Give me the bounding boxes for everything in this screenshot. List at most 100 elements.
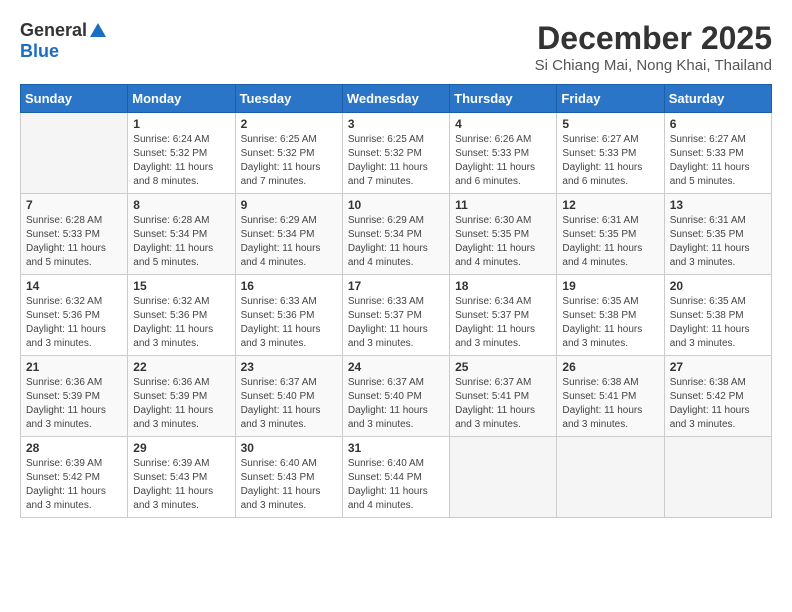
day-info: Sunrise: 6:33 AMSunset: 5:36 PMDaylight:… <box>241 295 337 351</box>
calendar-cell: 21 Sunrise: 6:36 AMSunset: 5:39 PMDayligh… <box>21 356 128 437</box>
day-info: Sunrise: 6:30 AMSunset: 5:35 PMDaylight:… <box>455 214 551 270</box>
day-info: Sunrise: 6:35 AMSunset: 5:38 PMDaylight:… <box>562 295 658 351</box>
day-info: Sunrise: 6:24 AMSunset: 5:32 PMDaylight:… <box>133 133 229 189</box>
calendar-cell: 5 Sunrise: 6:27 AMSunset: 5:33 PMDaylight… <box>557 113 664 194</box>
day-number: 10 <box>348 198 444 212</box>
page-header: General Blue December 2025 Si Chiang Mai… <box>20 20 772 74</box>
calendar-cell <box>664 437 771 518</box>
calendar-header-monday: Monday <box>128 85 235 113</box>
day-number: 27 <box>670 360 766 374</box>
calendar-cell: 27 Sunrise: 6:38 AMSunset: 5:42 PMDayligh… <box>664 356 771 437</box>
day-info: Sunrise: 6:37 AMSunset: 5:40 PMDaylight:… <box>348 376 444 432</box>
calendar-week-row: 14 Sunrise: 6:32 AMSunset: 5:36 PMDayligh… <box>21 275 772 356</box>
day-number: 4 <box>455 117 551 131</box>
day-number: 9 <box>241 198 337 212</box>
day-info: Sunrise: 6:37 AMSunset: 5:40 PMDaylight:… <box>241 376 337 432</box>
calendar-cell: 13 Sunrise: 6:31 AMSunset: 5:35 PMDayligh… <box>664 194 771 275</box>
day-info: Sunrise: 6:29 AMSunset: 5:34 PMDaylight:… <box>348 214 444 270</box>
day-info: Sunrise: 6:29 AMSunset: 5:34 PMDaylight:… <box>241 214 337 270</box>
logo-general-text: General <box>20 20 87 41</box>
day-number: 26 <box>562 360 658 374</box>
day-number: 31 <box>348 441 444 455</box>
calendar-cell: 25 Sunrise: 6:37 AMSunset: 5:41 PMDayligh… <box>450 356 557 437</box>
calendar-cell: 16Sunrise: 6:33 AMSunset: 5:36 PMDayligh… <box>235 275 342 356</box>
calendar-cell: 2Sunrise: 6:25 AMSunset: 5:32 PMDaylight… <box>235 113 342 194</box>
day-info: Sunrise: 6:27 AMSunset: 5:33 PMDaylight:… <box>562 133 658 189</box>
day-info: Sunrise: 6:28 AMSunset: 5:33 PMDaylight:… <box>26 214 122 270</box>
day-info: Sunrise: 6:39 AMSunset: 5:43 PMDaylight:… <box>133 457 229 513</box>
day-info: Sunrise: 6:38 AMSunset: 5:42 PMDaylight:… <box>670 376 766 432</box>
logo-triangle-icon <box>90 23 106 37</box>
day-number: 24 <box>348 360 444 374</box>
day-number: 30 <box>241 441 337 455</box>
day-info: Sunrise: 6:26 AMSunset: 5:33 PMDaylight:… <box>455 133 551 189</box>
calendar-cell: 12Sunrise: 6:31 AMSunset: 5:35 PMDayligh… <box>557 194 664 275</box>
calendar-table: SundayMondayTuesdayWednesdayThursdayFrid… <box>20 84 772 518</box>
day-info: Sunrise: 6:40 AMSunset: 5:44 PMDaylight:… <box>348 457 444 513</box>
day-number: 12 <box>562 198 658 212</box>
calendar-week-row: 1Sunrise: 6:24 AMSunset: 5:32 PMDaylight… <box>21 113 772 194</box>
calendar-cell: 17Sunrise: 6:33 AMSunset: 5:37 PMDayligh… <box>342 275 449 356</box>
calendar-cell: 4 Sunrise: 6:26 AMSunset: 5:33 PMDaylight… <box>450 113 557 194</box>
calendar-cell: 22Sunrise: 6:36 AMSunset: 5:39 PMDayligh… <box>128 356 235 437</box>
day-info: Sunrise: 6:38 AMSunset: 5:41 PMDaylight:… <box>562 376 658 432</box>
calendar-cell: 1Sunrise: 6:24 AMSunset: 5:32 PMDaylight… <box>128 113 235 194</box>
calendar-cell: 26 Sunrise: 6:38 AMSunset: 5:41 PMDayligh… <box>557 356 664 437</box>
calendar-cell: 18Sunrise: 6:34 AMSunset: 5:37 PMDayligh… <box>450 275 557 356</box>
calendar-header-wednesday: Wednesday <box>342 85 449 113</box>
calendar-cell: 31 Sunrise: 6:40 AMSunset: 5:44 PMDayligh… <box>342 437 449 518</box>
calendar-cell: 10 Sunrise: 6:29 AMSunset: 5:34 PMDayligh… <box>342 194 449 275</box>
title-block: December 2025 Si Chiang Mai, Nong Khai, … <box>535 20 772 74</box>
calendar-header-tuesday: Tuesday <box>235 85 342 113</box>
calendar-cell: 30 Sunrise: 6:40 AMSunset: 5:43 PMDayligh… <box>235 437 342 518</box>
day-number: 7 <box>26 198 122 212</box>
day-info: Sunrise: 6:33 AMSunset: 5:37 PMDaylight:… <box>348 295 444 351</box>
calendar-cell: 20 Sunrise: 6:35 AMSunset: 5:38 PMDayligh… <box>664 275 771 356</box>
day-info: Sunrise: 6:40 AMSunset: 5:43 PMDaylight:… <box>241 457 337 513</box>
calendar-cell: 7 Sunrise: 6:28 AMSunset: 5:33 PMDaylight… <box>21 194 128 275</box>
day-number: 5 <box>562 117 658 131</box>
day-info: Sunrise: 6:28 AMSunset: 5:34 PMDaylight:… <box>133 214 229 270</box>
day-info: Sunrise: 6:32 AMSunset: 5:36 PMDaylight:… <box>26 295 122 351</box>
calendar-week-row: 7 Sunrise: 6:28 AMSunset: 5:33 PMDaylight… <box>21 194 772 275</box>
day-number: 6 <box>670 117 766 131</box>
day-number: 3 <box>348 117 444 131</box>
calendar-cell: 11 Sunrise: 6:30 AMSunset: 5:35 PMDayligh… <box>450 194 557 275</box>
logo: General Blue <box>20 20 106 62</box>
day-info: Sunrise: 6:32 AMSunset: 5:36 PMDaylight:… <box>133 295 229 351</box>
calendar-cell: 28Sunrise: 6:39 AMSunset: 5:42 PMDayligh… <box>21 437 128 518</box>
logo-blue-text: Blue <box>20 41 59 61</box>
calendar-cell: 14 Sunrise: 6:32 AMSunset: 5:36 PMDayligh… <box>21 275 128 356</box>
calendar-week-row: 28Sunrise: 6:39 AMSunset: 5:42 PMDayligh… <box>21 437 772 518</box>
day-number: 13 <box>670 198 766 212</box>
calendar-cell: 15Sunrise: 6:32 AMSunset: 5:36 PMDayligh… <box>128 275 235 356</box>
day-number: 23 <box>241 360 337 374</box>
calendar-header-thursday: Thursday <box>450 85 557 113</box>
calendar-cell: 3Sunrise: 6:25 AMSunset: 5:32 PMDaylight… <box>342 113 449 194</box>
calendar-cell: 6 Sunrise: 6:27 AMSunset: 5:33 PMDaylight… <box>664 113 771 194</box>
day-info: Sunrise: 6:27 AMSunset: 5:33 PMDaylight:… <box>670 133 766 189</box>
day-number: 2 <box>241 117 337 131</box>
calendar-cell: 19 Sunrise: 6:35 AMSunset: 5:38 PMDayligh… <box>557 275 664 356</box>
day-number: 28 <box>26 441 122 455</box>
day-number: 20 <box>670 279 766 293</box>
day-number: 29 <box>133 441 229 455</box>
calendar-header-saturday: Saturday <box>664 85 771 113</box>
day-info: Sunrise: 6:36 AMSunset: 5:39 PMDaylight:… <box>26 376 122 432</box>
day-info: Sunrise: 6:36 AMSunset: 5:39 PMDaylight:… <box>133 376 229 432</box>
day-number: 18 <box>455 279 551 293</box>
day-number: 14 <box>26 279 122 293</box>
location-title: Si Chiang Mai, Nong Khai, Thailand <box>535 57 772 74</box>
calendar-cell: 29 Sunrise: 6:39 AMSunset: 5:43 PMDayligh… <box>128 437 235 518</box>
day-number: 19 <box>562 279 658 293</box>
calendar-header-sunday: Sunday <box>21 85 128 113</box>
day-info: Sunrise: 6:31 AMSunset: 5:35 PMDaylight:… <box>670 214 766 270</box>
calendar-cell: 24 Sunrise: 6:37 AMSunset: 5:40 PMDayligh… <box>342 356 449 437</box>
calendar-cell <box>21 113 128 194</box>
day-number: 21 <box>26 360 122 374</box>
calendar-cell <box>557 437 664 518</box>
day-number: 25 <box>455 360 551 374</box>
day-info: Sunrise: 6:37 AMSunset: 5:41 PMDaylight:… <box>455 376 551 432</box>
day-info: Sunrise: 6:35 AMSunset: 5:38 PMDaylight:… <box>670 295 766 351</box>
day-number: 11 <box>455 198 551 212</box>
